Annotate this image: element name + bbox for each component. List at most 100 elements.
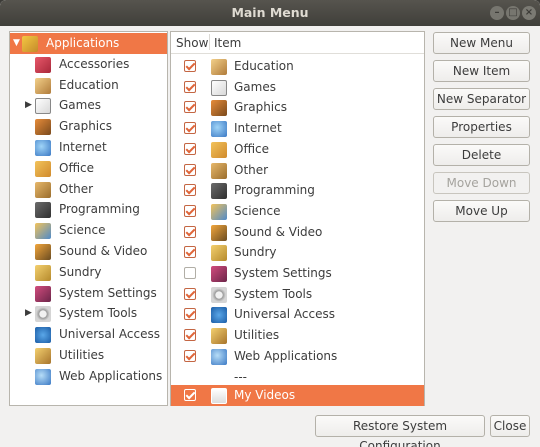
science-icon: [211, 203, 227, 220]
item-label: Other: [234, 162, 269, 177]
list-item[interactable]: Programming: [171, 180, 424, 201]
tree-item-programming[interactable]: Programming: [10, 199, 167, 220]
move-up-button[interactable]: Move Up: [433, 200, 530, 222]
list-item[interactable]: Graphics: [171, 97, 424, 118]
list-item[interactable]: Sundry: [171, 242, 424, 263]
games-icon: [211, 79, 227, 96]
show-checkbox[interactable]: [184, 389, 196, 401]
new-separator-button[interactable]: New Separator: [433, 88, 530, 110]
list-item[interactable]: Games: [171, 77, 424, 98]
properties-button[interactable]: Properties: [433, 116, 530, 138]
column-header-item[interactable]: Item: [214, 36, 241, 50]
list-item[interactable]: Universal Access: [171, 304, 424, 325]
item-label: Internet: [234, 121, 282, 136]
item-label: Education: [234, 59, 294, 73]
tree-item-sundry[interactable]: Sundry: [10, 262, 167, 283]
show-checkbox[interactable]: [184, 163, 196, 176]
list-item[interactable]: Other: [171, 160, 424, 181]
tree-item-label: Accessories: [59, 56, 130, 71]
show-checkbox[interactable]: [184, 204, 196, 217]
item-label: System Settings: [234, 266, 332, 280]
column-header-show[interactable]: Show: [176, 36, 208, 50]
column-divider: [209, 34, 210, 50]
show-checkbox[interactable]: [184, 142, 196, 155]
tree-item-accessories[interactable]: Accessories: [10, 54, 167, 75]
sundry-icon: [35, 264, 51, 281]
close-button[interactable]: Close: [490, 415, 530, 437]
universal-access-icon: [35, 327, 51, 344]
show-checkbox[interactable]: [184, 308, 196, 321]
sound-video-icon: [211, 224, 227, 241]
maximize-icon[interactable]: □: [506, 6, 520, 20]
tree-item-universal-access[interactable]: Universal Access: [10, 324, 167, 345]
move-down-button[interactable]: Move Down: [433, 172, 530, 194]
list-item[interactable]: Utilities: [171, 325, 424, 346]
tree-item-other[interactable]: Other: [10, 179, 167, 200]
system-settings-icon: [211, 266, 227, 282]
list-item[interactable]: Web Applications: [171, 346, 424, 367]
show-checkbox[interactable]: [184, 184, 196, 197]
sound-video-icon: [35, 244, 51, 260]
list-header: Show Item: [171, 32, 424, 54]
show-checkbox[interactable]: [184, 246, 196, 259]
expander-expanded-icon[interactable]: ▼: [13, 33, 20, 53]
item-label: Graphics: [234, 100, 287, 115]
item-label: My Videos: [234, 388, 296, 402]
show-checkbox[interactable]: [184, 225, 196, 238]
expander-collapsed-icon[interactable]: ▶: [25, 95, 32, 115]
title-bar[interactable]: Main Menu – □ ×: [0, 0, 540, 26]
menu-tree[interactable]: ▼ Applications Accessories Education ▶ G…: [9, 31, 168, 406]
show-checkbox[interactable]: [184, 287, 196, 300]
tree-item-system-settings[interactable]: System Settings: [10, 283, 167, 304]
item-label: Sound & Video: [234, 224, 323, 239]
tree-item-label: Web Applications: [59, 368, 163, 383]
tree-item-label: Programming: [59, 202, 140, 217]
list-item[interactable]: Education: [171, 56, 424, 77]
tree-item-office[interactable]: Office: [10, 158, 167, 179]
list-item-selected[interactable]: My Videos: [171, 385, 424, 406]
show-checkbox[interactable]: [184, 101, 196, 114]
tree-item-education[interactable]: Education: [10, 75, 167, 96]
show-checkbox[interactable]: [184, 122, 196, 135]
delete-button[interactable]: Delete: [433, 144, 530, 166]
show-checkbox[interactable]: [184, 60, 196, 72]
list-item[interactable]: System Tools: [171, 284, 424, 305]
system-tools-icon: [211, 286, 227, 303]
minimize-icon[interactable]: –: [490, 6, 504, 20]
tree-item-internet[interactable]: Internet: [10, 137, 167, 158]
item-label: Sundry: [234, 245, 277, 260]
list-item[interactable]: Sound & Video: [171, 222, 424, 243]
show-checkbox[interactable]: [184, 267, 196, 279]
tree-item-sound-video[interactable]: Sound & Video: [10, 241, 167, 262]
video-file-icon: [211, 388, 227, 404]
close-window-icon[interactable]: ×: [522, 6, 536, 20]
new-item-button[interactable]: New Item: [433, 60, 530, 82]
utilities-icon: [211, 328, 227, 345]
expander-collapsed-icon[interactable]: ▶: [25, 303, 32, 323]
show-checkbox[interactable]: [184, 80, 196, 93]
restore-system-configuration-button[interactable]: Restore System Configuration: [315, 415, 485, 447]
sundry-icon: [211, 245, 227, 262]
tree-item-system-tools[interactable]: ▶ System Tools: [10, 303, 167, 324]
item-label: Games: [234, 79, 276, 94]
internet-icon: [211, 121, 227, 138]
show-checkbox[interactable]: [184, 349, 196, 362]
tree-item-applications[interactable]: ▼ Applications: [10, 33, 167, 54]
item-label: Science: [234, 203, 281, 218]
separator-label: ---: [234, 369, 247, 384]
list-item[interactable]: System Settings: [171, 263, 424, 284]
items-list[interactable]: Show Item Education Games Graphics Inter…: [170, 31, 425, 406]
tree-item-science[interactable]: Science: [10, 220, 167, 241]
show-checkbox[interactable]: [184, 329, 196, 342]
list-item[interactable]: Internet: [171, 118, 424, 139]
tree-item-utilities[interactable]: Utilities: [10, 345, 167, 366]
tree-item-graphics[interactable]: Graphics: [10, 116, 167, 137]
list-item[interactable]: Science: [171, 201, 424, 222]
system-tools-icon: [35, 306, 51, 323]
tree-item-label: Science: [59, 223, 106, 238]
new-menu-button[interactable]: New Menu: [433, 32, 530, 54]
tree-item-games[interactable]: ▶ Games: [10, 95, 167, 116]
tree-item-web-applications[interactable]: Web Applications: [10, 366, 167, 387]
universal-access-icon: [211, 307, 227, 324]
list-item[interactable]: Office: [171, 139, 424, 160]
